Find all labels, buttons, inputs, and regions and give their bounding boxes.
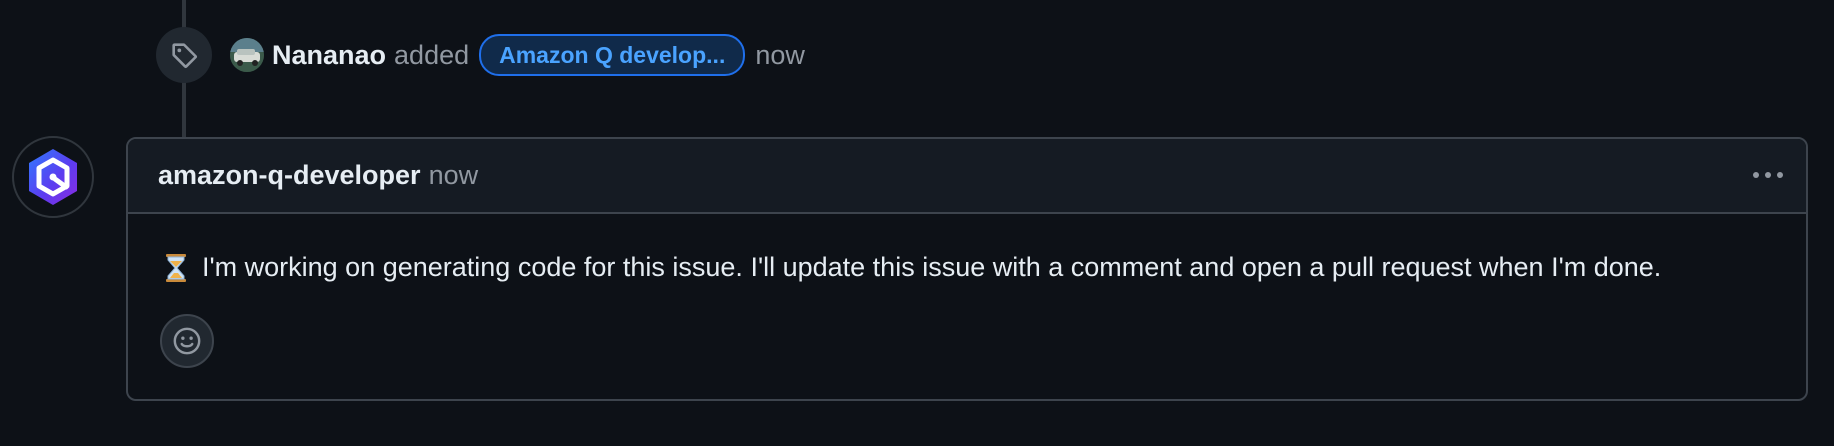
event-timestamp[interactable]: now (755, 40, 805, 71)
comment-card: amazon-q-developer now I'm working on ge… (126, 137, 1808, 401)
timeline-label-event: Nananao added Amazon Q develop... now (156, 27, 805, 83)
comment-header: amazon-q-developer now (128, 139, 1806, 214)
kebab-horizontal-icon[interactable] (1748, 161, 1788, 189)
comment-text: I'm working on generating code for this … (202, 252, 1662, 282)
issue-timeline: Nananao added Amazon Q develop... now am… (0, 0, 1834, 446)
amazon-q-logo-icon[interactable] (12, 136, 94, 218)
tag-icon (156, 27, 212, 83)
comment-timestamp[interactable]: now (429, 160, 479, 191)
event-verb: added (394, 39, 470, 70)
hourglass-icon (164, 253, 188, 283)
actor-name[interactable]: Nananao (272, 40, 386, 71)
comment-body: I'm working on generating code for this … (128, 214, 1806, 283)
issue-label[interactable]: Amazon Q develop... (479, 34, 746, 76)
comment-author[interactable]: amazon-q-developer (158, 160, 421, 191)
smiley-icon[interactable] (160, 314, 214, 368)
actor-avatar[interactable] (230, 38, 264, 72)
